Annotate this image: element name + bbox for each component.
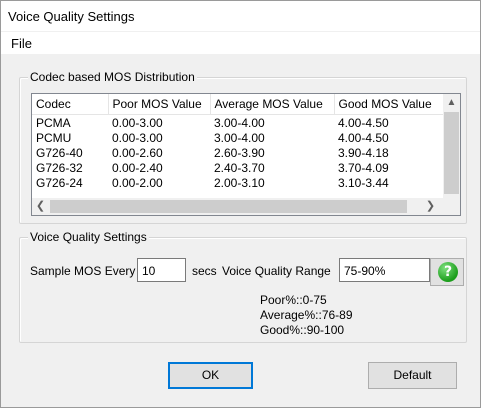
horizontal-scrollbar[interactable]: ❮ ❯ bbox=[32, 198, 443, 215]
cell-good: 4.00-4.50 bbox=[338, 130, 389, 145]
poor-range: Poor%::0-75 bbox=[260, 293, 327, 307]
scroll-right-icon[interactable]: ❯ bbox=[422, 198, 439, 215]
help-button[interactable]: ? bbox=[430, 258, 464, 286]
secs-label: secs bbox=[192, 264, 217, 278]
table-header-row: Codec Poor MOS Value Average MOS Value G… bbox=[32, 94, 445, 115]
cell-poor: 0.00-2.60 bbox=[112, 145, 163, 160]
cell-average: 2.00-3.10 bbox=[214, 175, 265, 190]
cell-good: 3.10-3.44 bbox=[338, 175, 389, 190]
horizontal-scroll-thumb[interactable] bbox=[50, 200, 407, 213]
voice-quality-range-label: Voice Quality Range bbox=[222, 264, 331, 278]
cell-good: 3.90-4.18 bbox=[338, 145, 389, 160]
scrollbar-corner bbox=[443, 198, 460, 215]
scroll-left-icon[interactable]: ❮ bbox=[32, 198, 49, 215]
cell-average: 2.60-3.90 bbox=[214, 145, 265, 160]
voice-quality-range-input[interactable]: 75-90% bbox=[339, 258, 430, 282]
cell-average: 3.00-4.00 bbox=[214, 130, 265, 145]
window-title: Voice Quality Settings bbox=[8, 9, 135, 24]
voice-quality-settings-window: Voice Quality Settings File Codec based … bbox=[0, 0, 481, 408]
codec-grid: Codec Poor MOS Value Average MOS Value G… bbox=[32, 94, 445, 190]
good-range: Good%::90-100 bbox=[260, 323, 345, 337]
cell-poor: 0.00-2.40 bbox=[112, 160, 163, 175]
cell-average: 3.00-4.00 bbox=[214, 115, 265, 130]
title-bar: Voice Quality Settings bbox=[1, 1, 480, 31]
column-header-poor[interactable]: Poor MOS Value bbox=[108, 94, 211, 115]
column-header-good[interactable]: Good MOS Value bbox=[334, 94, 445, 115]
table-row[interactable]: G726-24 0.00-2.00 2.00-3.10 3.10-3.44 bbox=[32, 175, 444, 190]
cell-codec: G726-40 bbox=[36, 145, 83, 160]
vertical-scrollbar[interactable]: ▲ bbox=[443, 94, 460, 198]
sample-mos-input[interactable]: 10 bbox=[137, 258, 186, 282]
menu-bar: File bbox=[1, 32, 480, 54]
question-icon: ? bbox=[438, 262, 458, 282]
codec-group-label: Codec based MOS Distribution bbox=[28, 70, 197, 84]
quality-ranges-text: Poor%::0-75 Average%::76-89 Good%::90-10… bbox=[260, 293, 353, 338]
table-row[interactable]: G726-32 0.00-2.40 2.40-3.70 3.70-4.09 bbox=[32, 160, 444, 175]
column-header-codec[interactable]: Codec bbox=[32, 94, 109, 115]
default-button[interactable]: Default bbox=[368, 362, 457, 389]
average-range: Average%::76-89 bbox=[260, 308, 353, 322]
cell-good: 4.00-4.50 bbox=[338, 115, 389, 130]
vertical-scroll-thumb[interactable] bbox=[444, 112, 459, 194]
cell-good: 3.70-4.09 bbox=[338, 160, 389, 175]
cell-poor: 0.00-3.00 bbox=[112, 115, 163, 130]
voice-quality-group: Voice Quality Settings bbox=[19, 230, 467, 343]
menu-file[interactable]: File bbox=[11, 36, 32, 51]
sample-mos-label: Sample MOS Every bbox=[30, 264, 136, 278]
cell-codec: PCMA bbox=[36, 115, 71, 130]
cell-codec: PCMU bbox=[36, 130, 72, 145]
voice-quality-group-label: Voice Quality Settings bbox=[28, 230, 149, 244]
codec-mos-table[interactable]: Codec Poor MOS Value Average MOS Value G… bbox=[31, 93, 461, 216]
cell-poor: 0.00-2.00 bbox=[112, 175, 163, 190]
ok-button[interactable]: OK bbox=[168, 362, 253, 389]
column-header-average[interactable]: Average MOS Value bbox=[210, 94, 335, 115]
table-row[interactable]: PCMA 0.00-3.00 3.00-4.00 4.00-4.50 bbox=[32, 115, 444, 131]
table-row[interactable]: G726-40 0.00-2.60 2.60-3.90 3.90-4.18 bbox=[32, 145, 444, 160]
cell-codec: G726-32 bbox=[36, 160, 83, 175]
cell-codec: G726-24 bbox=[36, 175, 83, 190]
table-row[interactable]: PCMU 0.00-3.00 3.00-4.00 4.00-4.50 bbox=[32, 130, 444, 145]
scroll-up-icon[interactable]: ▲ bbox=[443, 94, 460, 111]
cell-average: 2.40-3.70 bbox=[214, 160, 265, 175]
cell-poor: 0.00-3.00 bbox=[112, 130, 163, 145]
